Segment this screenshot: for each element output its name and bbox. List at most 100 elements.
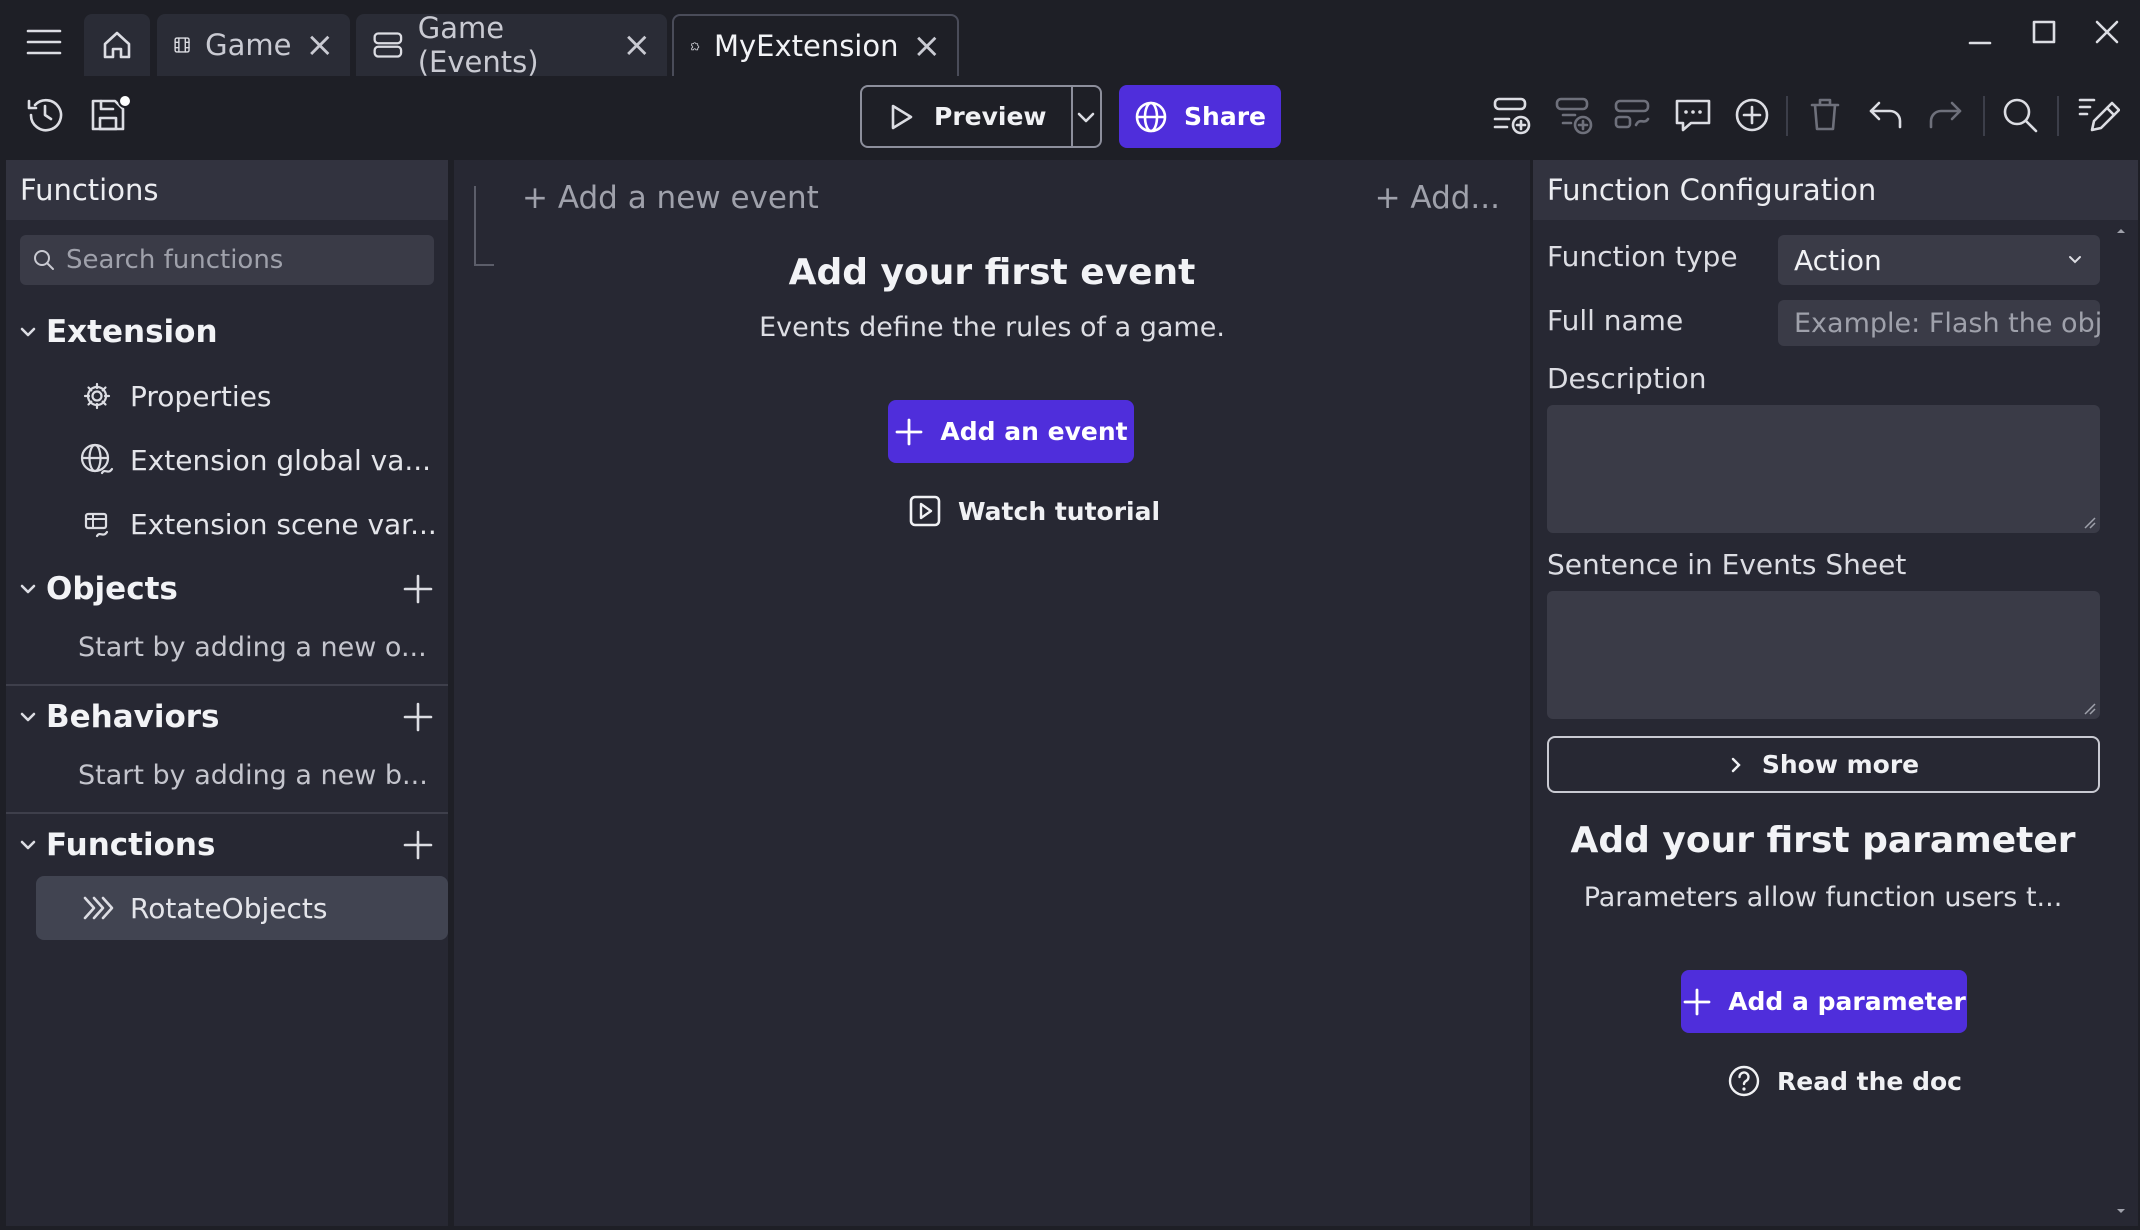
search-icon <box>2003 98 2038 133</box>
home-icon <box>103 31 131 59</box>
section-title: Objects <box>46 571 178 607</box>
undo-icon <box>1869 101 1902 129</box>
minimize-window-icon[interactable] <box>1955 12 2005 52</box>
sentence-label: Sentence in Events Sheet <box>1547 548 1907 581</box>
sentence-textarea[interactable] <box>1547 591 2100 719</box>
show-more-label: Show more <box>1761 750 1920 779</box>
hamburger-menu-icon[interactable] <box>20 22 68 62</box>
add-button[interactable] <box>1727 90 1777 140</box>
add-subevent-icon <box>1555 97 1593 135</box>
tab-label: Game <box>205 28 292 62</box>
toolbar: Preview Share <box>0 76 2140 158</box>
function-type-label: Function type <box>1547 240 1738 273</box>
events-icon <box>373 32 403 58</box>
convert-event-icon <box>1614 99 1650 129</box>
toolbar-separator <box>2057 96 2059 136</box>
scroll-up-icon[interactable] <box>2114 224 2128 238</box>
plus-icon <box>896 418 923 445</box>
resize-grip-icon[interactable] <box>2082 701 2096 715</box>
scroll-down-icon[interactable] <box>2114 1204 2128 1218</box>
events-sheet: + Add a new event + Add... Add your firs… <box>454 160 1530 1226</box>
edit-settings-button[interactable] <box>2072 90 2122 140</box>
item-label: Extension global va... <box>130 443 432 477</box>
section-objects[interactable]: Objects <box>6 559 448 619</box>
add-subcomment-button[interactable] <box>1608 90 1658 140</box>
divider <box>6 684 448 686</box>
redo-button[interactable] <box>1920 90 1970 140</box>
tab-game-events[interactable]: Game (Events) × <box>356 11 667 79</box>
pencil-edit-icon <box>2078 98 2120 132</box>
share-button[interactable]: Share <box>1119 85 1281 148</box>
panel-title: Function Configuration <box>1533 160 2138 220</box>
close-window-icon[interactable] <box>2082 12 2132 52</box>
show-more-button[interactable]: Show more <box>1547 736 2100 793</box>
section-behaviors[interactable]: Behaviors <box>6 687 448 747</box>
resize-grip-icon[interactable] <box>2082 515 2096 529</box>
tab-label: Game (Events) <box>417 11 539 79</box>
function-icon <box>83 896 114 920</box>
add-function-icon[interactable] <box>400 827 436 863</box>
item-extension-scene-variables[interactable]: Extension scene var... <box>6 494 448 554</box>
search-icon <box>34 250 54 270</box>
section-extension[interactable]: Extension <box>6 302 448 362</box>
preview-options-dropdown[interactable] <box>1073 87 1100 146</box>
add-comment-button[interactable] <box>1668 90 1718 140</box>
item-extension-global-variables[interactable]: Extension global va... <box>6 430 448 490</box>
comment-icon <box>1675 99 1711 132</box>
close-icon[interactable]: × <box>623 28 652 62</box>
section-functions[interactable]: Functions <box>6 815 448 875</box>
close-icon[interactable]: × <box>913 29 942 63</box>
item-label: Extension scene var... <box>130 507 437 541</box>
section-title: Behaviors <box>46 699 220 735</box>
item-properties[interactable]: Properties <box>6 366 448 426</box>
full-name-input[interactable] <box>1778 300 2100 346</box>
add-subevent-button[interactable] <box>1549 90 1599 140</box>
add-event-icon <box>1493 97 1531 135</box>
item-label: RotateObjects <box>130 891 328 925</box>
function-item-row[interactable]: RotateObjects <box>6 878 448 938</box>
maximize-window-icon[interactable] <box>2019 12 2069 52</box>
play-square-icon <box>909 495 941 527</box>
description-textarea[interactable] <box>1547 405 2100 533</box>
add-object-icon[interactable] <box>400 571 436 607</box>
toolbar-separator <box>1983 96 1985 136</box>
search-button[interactable] <box>1995 90 2045 140</box>
search-functions-input[interactable] <box>66 245 426 275</box>
chevron-down-icon <box>20 712 36 722</box>
watch-tutorial-button[interactable]: Watch tutorial <box>908 494 1160 528</box>
globe-icon <box>80 443 114 475</box>
item-label: Properties <box>130 379 272 413</box>
add-more-link[interactable]: + Add... <box>1375 180 1500 216</box>
plus-circle-icon <box>1735 98 1769 132</box>
save-button[interactable] <box>84 90 134 140</box>
preview-button[interactable]: Preview <box>862 87 1071 146</box>
chevron-down-icon <box>1077 112 1095 122</box>
play-icon <box>891 104 913 129</box>
undo-button[interactable] <box>1861 90 1911 140</box>
add-parameter-button[interactable]: Add a parameter <box>1681 970 1967 1033</box>
close-icon[interactable]: × <box>306 28 335 62</box>
add-behavior-icon[interactable] <box>400 699 436 735</box>
read-the-doc-button[interactable]: Read the doc <box>1727 1064 1962 1098</box>
tab-home[interactable] <box>84 14 150 76</box>
history-button[interactable] <box>20 90 70 140</box>
tab-game[interactable]: Game × <box>157 14 350 76</box>
delete-button[interactable] <box>1800 90 1850 140</box>
chevron-down-icon <box>20 840 36 850</box>
function-type-select[interactable]: Action <box>1778 235 2100 285</box>
add-an-event-button[interactable]: Add an event <box>888 400 1134 463</box>
film-icon <box>174 37 190 53</box>
behaviors-empty-hint: Start by adding a new b... <box>78 760 428 791</box>
plus-icon <box>1683 988 1711 1015</box>
chevron-right-icon <box>1731 757 1741 772</box>
tab-myextension[interactable]: MyExtension × <box>672 14 959 76</box>
chevron-down-icon <box>20 584 36 594</box>
add-event-label: Add an event <box>940 417 1128 446</box>
function-type-value: Action <box>1794 243 1882 277</box>
save-icon <box>91 94 132 131</box>
add-new-event-link[interactable]: + Add a new event <box>522 180 819 216</box>
section-title: Functions <box>46 827 216 863</box>
chevron-down-icon <box>20 327 36 337</box>
add-event-toolbar-button[interactable] <box>1487 90 1537 140</box>
help-circle-icon <box>1728 1065 1760 1097</box>
